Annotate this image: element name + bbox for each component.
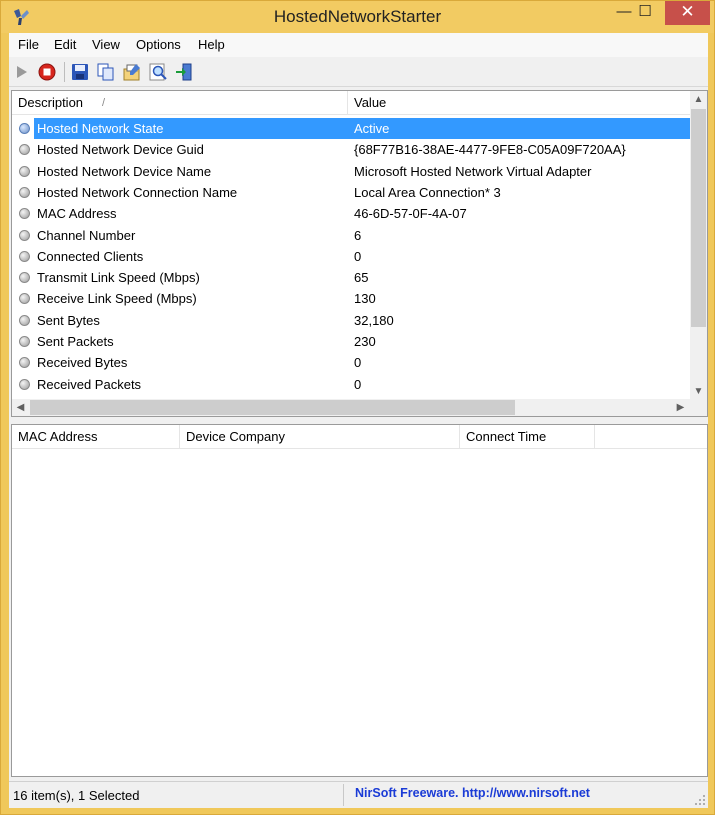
column-header-value[interactable]: Value	[348, 91, 692, 115]
table-row[interactable]: Channel Number 6	[12, 225, 692, 246]
row-bullet-icon	[19, 378, 30, 390]
start-icon[interactable]	[11, 61, 33, 83]
row-description: Hosted Network Device Name	[37, 163, 212, 179]
save-icon[interactable]	[69, 61, 91, 83]
row-value: 130	[354, 291, 376, 307]
horizontal-scrollbar[interactable]: ◀ ▶	[12, 399, 707, 416]
menu-bar: File Edit View Options Help	[9, 33, 708, 57]
exit-icon[interactable]	[173, 61, 195, 83]
app-window: HostedNetworkStarter — ☐ ✕ File Edit Vie…	[0, 0, 715, 815]
table-row[interactable]: Hosted Network State Active	[12, 118, 692, 139]
row-value: 0	[354, 355, 362, 371]
scroll-up-arrow-icon[interactable]: ▲	[690, 91, 707, 108]
find-icon[interactable]	[147, 61, 169, 83]
list-header: Description / Value	[12, 91, 692, 115]
table-row[interactable]: Transmit Link Speed (Mbps) 65	[12, 267, 692, 288]
menu-edit[interactable]: Edit	[54, 37, 76, 52]
nirsoft-link[interactable]: NirSoft Freeware. http://www.nirsoft.net	[355, 786, 590, 800]
row-bullet-icon	[19, 165, 30, 177]
row-description: Received Bytes	[37, 355, 128, 371]
status-divider	[343, 784, 344, 806]
row-description: Received Packets	[37, 376, 142, 392]
status-item-count: 16 item(s), 1 Selected	[13, 788, 140, 803]
row-description: Connected Clients	[37, 248, 144, 264]
row-description: Hosted Network Connection Name	[37, 184, 238, 200]
clients-list[interactable]: MAC Address Device Company Connect Time	[11, 424, 708, 777]
row-value: 6	[354, 227, 362, 243]
row-bullet-icon	[19, 357, 30, 369]
vertical-scroll-thumb[interactable]	[691, 109, 706, 327]
table-row[interactable]: MAC Address 46-6D-57-0F-4A-07	[12, 203, 692, 224]
row-description: Channel Number	[37, 227, 136, 243]
row-description: Transmit Link Speed (Mbps)	[37, 270, 200, 286]
client-area: File Edit View Options Help Description …	[9, 33, 708, 808]
row-description: Sent Bytes	[37, 312, 100, 328]
clients-list-header: MAC Address Device Company Connect Time	[12, 425, 707, 449]
scroll-down-arrow-icon[interactable]: ▼	[690, 383, 707, 400]
row-bullet-icon	[19, 293, 30, 305]
horizontal-scroll-thumb[interactable]	[30, 400, 515, 415]
close-button[interactable]: ✕	[665, 1, 710, 25]
table-row[interactable]: Received Bytes 0	[12, 352, 692, 373]
row-value: Active	[349, 118, 692, 139]
row-bullet-icon	[19, 250, 30, 262]
menu-view[interactable]: View	[92, 37, 120, 52]
table-row[interactable]: Received Packets 0	[12, 374, 692, 395]
row-value: {68F77B16-38AE-4477-9FE8-C05A09F720AA}	[354, 142, 626, 158]
menu-file[interactable]: File	[18, 37, 39, 52]
vertical-scrollbar[interactable]: ▲ ▼	[690, 91, 707, 400]
maximize-button[interactable]: ☐	[629, 1, 661, 25]
row-bullet-icon	[19, 208, 30, 220]
column-header-description-label: Description	[18, 95, 84, 110]
row-bullet-icon	[19, 314, 30, 326]
table-row[interactable]: Sent Bytes 32,180	[12, 310, 692, 331]
row-bullet-icon	[19, 336, 30, 347]
row-bullet-icon	[19, 144, 30, 156]
column-header-mac-address[interactable]: MAC Address	[12, 425, 180, 449]
menu-options[interactable]: Options	[136, 37, 181, 52]
row-bullet-icon	[19, 186, 30, 198]
scroll-left-arrow-icon[interactable]: ◀	[12, 399, 29, 416]
row-description: MAC Address	[37, 206, 117, 222]
properties-icon[interactable]	[121, 61, 143, 83]
table-row[interactable]: Sent Packets 230	[12, 331, 692, 352]
row-value: 32,180	[354, 312, 394, 328]
copy-icon[interactable]	[95, 61, 117, 83]
row-value: 230	[354, 334, 376, 349]
sort-indicator: /	[102, 97, 106, 109]
column-header-description[interactable]: Description /	[12, 91, 348, 115]
row-bullet-icon	[19, 229, 30, 241]
title-bar[interactable]: HostedNetworkStarter — ☐ ✕	[1, 1, 714, 33]
row-description: Sent Packets	[37, 334, 114, 349]
toolbar	[9, 57, 708, 87]
row-value: Microsoft Hosted Network Virtual Adapter	[354, 163, 592, 179]
status-bar: 16 item(s), 1 Selected NirSoft Freeware.…	[9, 781, 708, 808]
stop-icon[interactable]	[36, 61, 58, 83]
row-value: Local Area Connection* 3	[354, 184, 501, 200]
row-value: 46-6D-57-0F-4A-07	[354, 206, 467, 222]
table-row[interactable]: Receive Link Speed (Mbps) 130	[12, 288, 692, 309]
row-value: 65	[354, 270, 369, 286]
row-value: 0	[354, 376, 362, 392]
table-row[interactable]: Hosted Network Device Guid {68F77B16-38AE…	[12, 139, 692, 160]
table-row[interactable]: Hosted Network Device Name Microsoft Host…	[12, 161, 692, 182]
row-description: Hosted Network Device Guid	[37, 142, 204, 158]
column-header-device-company[interactable]: Device Company	[180, 425, 460, 449]
toolbar-separator	[64, 62, 65, 82]
row-bullet-icon	[19, 272, 30, 284]
table-row[interactable]: Hosted Network Connection Name Local Area…	[12, 182, 692, 203]
properties-list[interactable]: Description / Value Hosted Network State…	[11, 90, 708, 417]
column-header-connect-time[interactable]: Connect Time	[460, 425, 595, 449]
row-bullet-icon	[19, 123, 30, 134]
scroll-right-arrow-icon[interactable]: ▶	[672, 399, 689, 416]
resize-grip-icon[interactable]	[694, 794, 706, 806]
table-row[interactable]: Connected Clients 0	[12, 246, 692, 267]
row-description: Hosted Network State	[34, 118, 349, 139]
menu-help[interactable]: Help	[198, 37, 225, 52]
row-value: 0	[354, 248, 362, 264]
row-description: Receive Link Speed (Mbps)	[37, 291, 197, 307]
